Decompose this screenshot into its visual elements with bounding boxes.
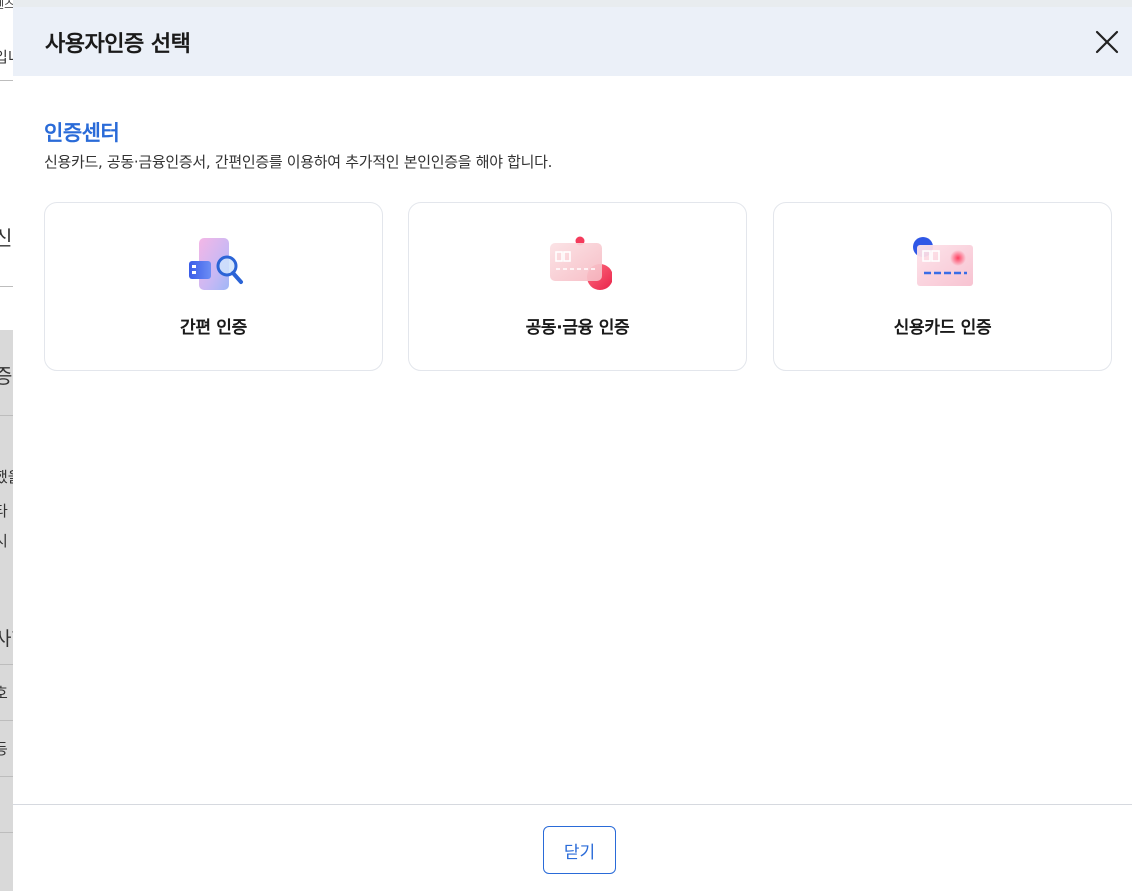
simple-auth-label: 간편 인증 <box>180 318 247 338</box>
background-text: 타 <box>0 502 8 520</box>
close-icon <box>1095 30 1119 54</box>
credit-card-auth-card[interactable]: 신용카드 인증 <box>773 202 1112 371</box>
background-text: 렌스 <box>0 0 13 11</box>
auth-options: 간편 인증 공동·금융 인증 신용카드 인증 <box>44 202 1112 371</box>
background-divider <box>0 832 13 833</box>
credit-card-auth-icon <box>912 237 973 286</box>
background-text: 했을 <box>0 468 13 486</box>
browser-top-strip <box>13 0 1132 7</box>
background-text: 증 <box>0 364 13 388</box>
close-footer-button[interactable]: 닫기 <box>543 826 616 874</box>
background-text: 사항 <box>0 628 13 650</box>
certificate-auth-label: 공동·금융 인증 <box>525 318 630 338</box>
modal-title: 사용자인증 선택 <box>45 32 191 57</box>
background-text: 등 <box>0 740 8 758</box>
close-button[interactable] <box>1092 27 1122 57</box>
section-description: 신용카드, 공동·금융인증서, 간편인증를 이용하여 추가적인 본인인증을 해야… <box>44 153 553 171</box>
credit-card-auth-label: 신용카드 인증 <box>893 318 992 338</box>
modal-header: 사용자인증 선택 <box>13 7 1132 76</box>
simple-auth-icon <box>188 238 243 290</box>
background-page: 렌스 입니 신 증 했을 타 시 사항 호 등 <box>0 0 13 891</box>
background-text: 입니 <box>0 48 13 66</box>
background-divider <box>0 720 13 721</box>
background-text: 호 <box>0 684 8 702</box>
section-title: 인증센터 <box>44 121 120 145</box>
background-text: 시 <box>0 532 8 550</box>
footer-divider <box>13 804 1132 805</box>
simple-auth-card[interactable]: 간편 인증 <box>44 202 383 371</box>
background-divider <box>0 776 13 777</box>
background-divider <box>0 80 13 81</box>
background-divider <box>0 286 13 287</box>
background-text: 신 <box>0 226 13 250</box>
background-divider <box>0 415 13 416</box>
certificate-auth-card[interactable]: 공동·금융 인증 <box>408 202 747 371</box>
certificate-auth-icon <box>549 236 612 290</box>
background-divider <box>0 664 13 665</box>
auth-select-modal: 사용자인증 선택 인증센터 신용카드, 공동·금융인증서, 간편인증를 이용하여… <box>13 7 1132 891</box>
